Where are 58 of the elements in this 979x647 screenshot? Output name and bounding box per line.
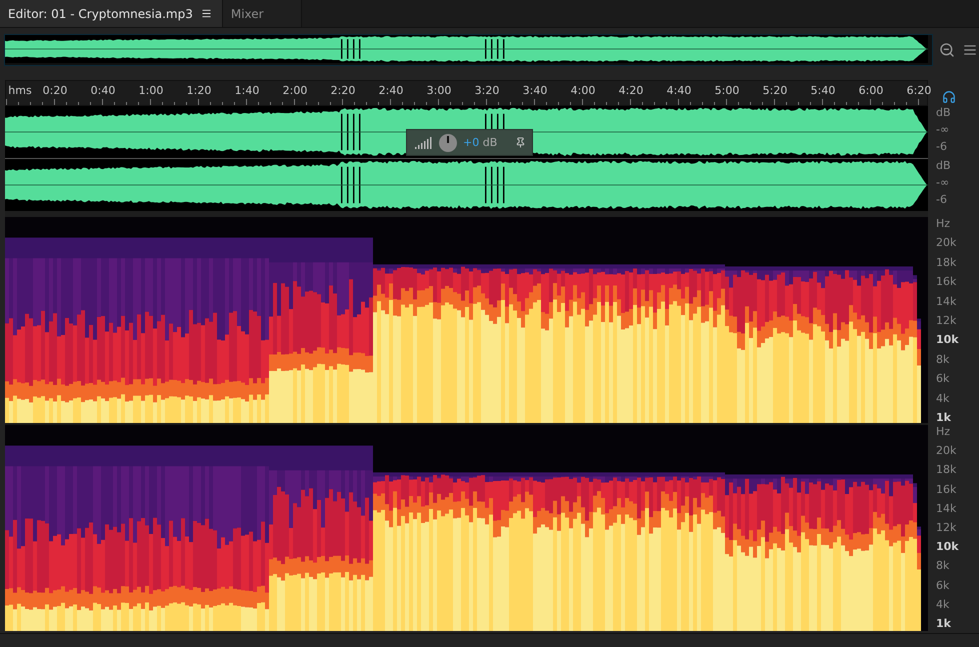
volume-knob[interactable]	[439, 134, 457, 152]
time-label: 4:20	[618, 84, 644, 97]
db-scale-label: dB	[935, 106, 952, 119]
frequency-label: 6k	[935, 372, 950, 386]
time-label: 4:40	[666, 84, 692, 97]
volume-hud[interactable]: +0 dB	[406, 129, 533, 156]
frequency-label: 8k	[935, 559, 950, 572]
editor-tab[interactable]: Editor: 01 - Cryptomnesia.mp3	[0, 0, 223, 27]
time-label: 3:40	[522, 84, 548, 97]
frequency-label: 10k	[935, 333, 960, 346]
time-label: 2:00	[282, 84, 308, 97]
frequency-label: 10k	[935, 540, 960, 554]
time-label: 5:00	[714, 84, 740, 97]
frequency-label: 20k	[935, 444, 958, 458]
frequency-label: 18k	[935, 256, 958, 269]
time-label: 2:40	[378, 84, 404, 97]
db-scale-label: dB	[935, 159, 952, 172]
pin-icon[interactable]	[515, 137, 526, 148]
time-label: 5:20	[762, 84, 788, 97]
time-label: 4:00	[570, 84, 596, 97]
editor-tab[interactable]: Mixer	[222, 0, 302, 27]
time-unit-label: hms	[8, 84, 32, 97]
frequency-label: 6k	[935, 578, 950, 592]
zoom-out-icon[interactable]	[939, 42, 955, 58]
headphones-icon[interactable]	[942, 90, 956, 104]
db-scale-label: -6	[935, 140, 948, 153]
frequency-label: 1k	[935, 616, 952, 630]
frequency-label: 12k	[935, 520, 958, 534]
frequency-label: 14k	[935, 502, 958, 515]
frequency-label: 20k	[935, 236, 958, 250]
frequency-label: 16k	[935, 482, 958, 496]
time-label: 6:00	[858, 84, 884, 97]
menu-icon[interactable]	[200, 8, 212, 19]
frequency-label: 4k	[935, 392, 950, 405]
db-scale-label: -∞	[935, 123, 950, 136]
level-bars-icon	[415, 136, 433, 148]
frequency-label: 8k	[935, 352, 950, 366]
time-label: 0:20	[42, 84, 68, 97]
frequency-label: 12k	[935, 314, 958, 327]
time-label: 3:20	[474, 84, 500, 97]
hz-unit-label: Hz	[935, 217, 952, 230]
list-icon[interactable]	[963, 43, 977, 57]
frequency-label: 16k	[935, 275, 958, 288]
frequency-label: 14k	[935, 294, 958, 308]
time-label: 1:00	[138, 84, 164, 97]
time-label: 1:20	[186, 84, 212, 97]
db-scale-label: -∞	[935, 176, 950, 189]
frequency-label: 18k	[935, 463, 958, 476]
time-label: 0:40	[90, 84, 116, 97]
time-label: 5:40	[810, 84, 836, 97]
frequency-label: 4k	[935, 598, 950, 611]
hz-unit-label: Hz	[935, 425, 952, 438]
time-label: 1:40	[234, 84, 260, 97]
db-scale-label: -6	[935, 193, 948, 206]
time-label: 3:00	[426, 84, 452, 97]
frequency-label: 1k	[935, 410, 952, 424]
time-label: 2:20	[330, 84, 356, 97]
gain-value: +0 dB	[463, 136, 498, 149]
